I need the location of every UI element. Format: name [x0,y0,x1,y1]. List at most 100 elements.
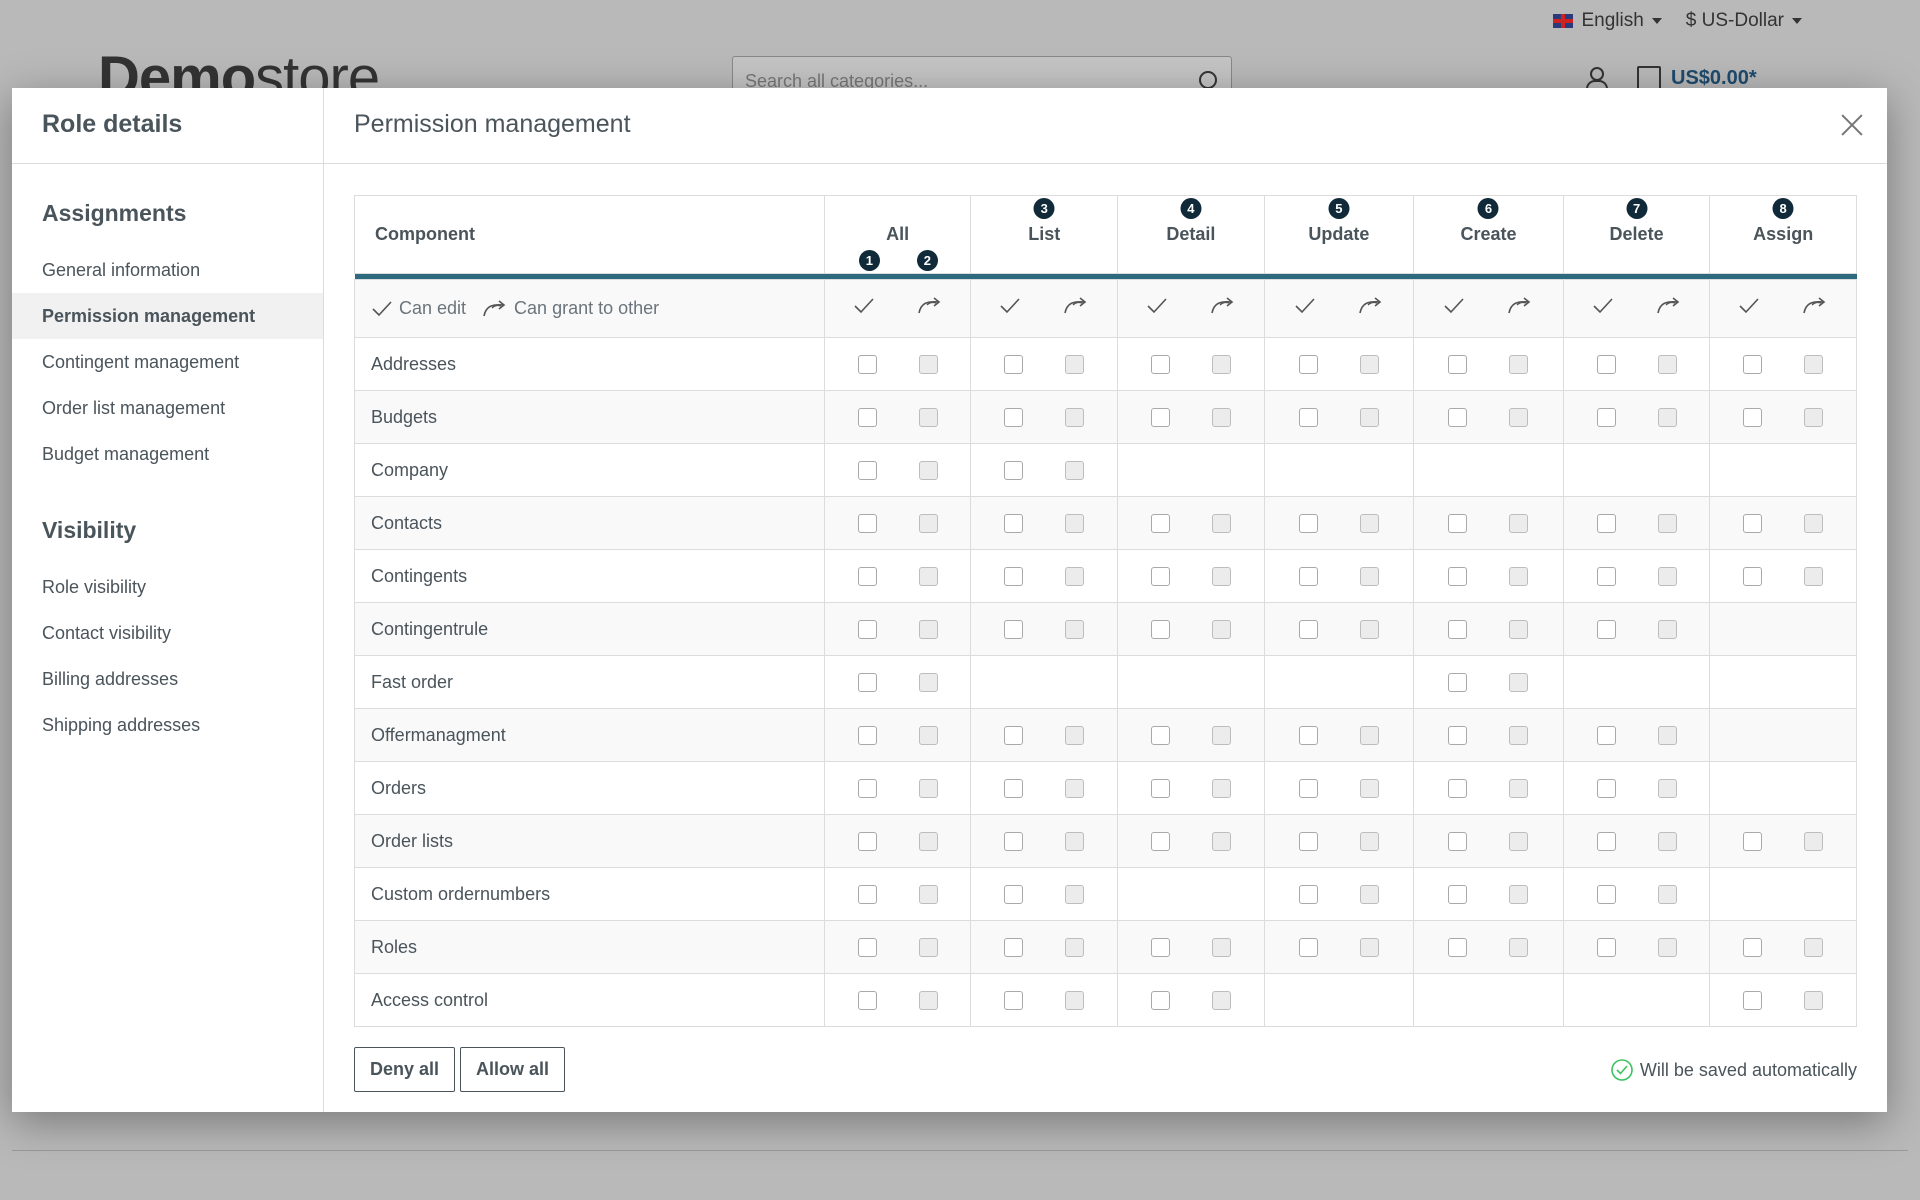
can-edit-checkbox[interactable] [857,884,877,904]
can-edit-checkbox[interactable] [1004,884,1024,904]
can-grant-checkbox[interactable] [1657,884,1677,904]
can-edit-checkbox[interactable] [1298,725,1318,745]
can-edit-checkbox[interactable] [1150,725,1170,745]
can-edit-checkbox[interactable] [1004,725,1024,745]
can-edit-checkbox[interactable] [1004,937,1024,957]
can-grant-checkbox[interactable] [1657,725,1677,745]
can-grant-checkbox[interactable] [1211,990,1231,1010]
can-grant-checkbox[interactable] [918,354,938,374]
can-edit-checkbox[interactable] [1298,884,1318,904]
sidebar-item-budget-management[interactable]: Budget management [12,431,323,477]
can-grant-checkbox[interactable] [1509,725,1529,745]
can-edit-checkbox[interactable] [1743,407,1763,427]
can-edit-checkbox[interactable] [857,725,877,745]
can-edit-checkbox[interactable] [1004,831,1024,851]
can-edit-checkbox[interactable] [1596,884,1616,904]
can-grant-checkbox[interactable] [1804,566,1824,586]
can-edit-checkbox[interactable] [1004,460,1024,480]
can-grant-checkbox[interactable] [918,407,938,427]
can-grant-checkbox[interactable] [1657,513,1677,533]
can-grant-checkbox[interactable] [1065,407,1085,427]
can-edit-checkbox[interactable] [1150,937,1170,957]
can-edit-checkbox[interactable] [1596,566,1616,586]
cart-icon[interactable] [1637,66,1661,90]
can-edit-checkbox[interactable] [1448,937,1468,957]
can-grant-checkbox[interactable] [1065,990,1085,1010]
account-icon[interactable] [1585,67,1608,90]
can-edit-checkbox[interactable] [1448,778,1468,798]
can-edit-checkbox[interactable] [1150,407,1170,427]
sidebar-item-contingent-management[interactable]: Contingent management [12,339,323,385]
can-edit-checkbox[interactable] [1004,619,1024,639]
can-edit-checkbox[interactable] [1298,513,1318,533]
can-grant-checkbox[interactable] [1804,990,1824,1010]
can-grant-checkbox[interactable] [1359,725,1379,745]
can-grant-checkbox[interactable] [918,990,938,1010]
can-edit-checkbox[interactable] [1596,619,1616,639]
can-grant-checkbox[interactable] [1359,354,1379,374]
can-grant-checkbox[interactable] [918,566,938,586]
can-grant-checkbox[interactable] [1211,725,1231,745]
sidebar-item-billing-addresses[interactable]: Billing addresses [12,656,323,702]
can-edit-checkbox[interactable] [857,672,877,692]
can-edit-checkbox[interactable] [1004,407,1024,427]
can-edit-checkbox[interactable] [1004,354,1024,374]
can-grant-checkbox[interactable] [1065,831,1085,851]
sidebar-item-contact-visibility[interactable]: Contact visibility [12,610,323,656]
search-icon[interactable] [1199,71,1217,89]
can-grant-checkbox[interactable] [1509,937,1529,957]
can-grant-checkbox[interactable] [1065,460,1085,480]
can-grant-checkbox[interactable] [1804,513,1824,533]
can-grant-checkbox[interactable] [918,778,938,798]
can-grant-checkbox[interactable] [1211,619,1231,639]
can-grant-checkbox[interactable] [918,460,938,480]
sidebar-item-permission-management[interactable]: Permission management [12,293,323,339]
can-edit-checkbox[interactable] [1743,566,1763,586]
can-grant-checkbox[interactable] [1509,354,1529,374]
can-edit-checkbox[interactable] [1448,672,1468,692]
can-edit-checkbox[interactable] [1448,407,1468,427]
can-grant-checkbox[interactable] [1211,513,1231,533]
can-grant-checkbox[interactable] [1509,778,1529,798]
can-grant-checkbox[interactable] [1211,566,1231,586]
can-edit-checkbox[interactable] [1596,407,1616,427]
can-grant-checkbox[interactable] [1509,407,1529,427]
can-edit-checkbox[interactable] [1596,513,1616,533]
can-edit-checkbox[interactable] [1743,831,1763,851]
can-grant-checkbox[interactable] [1211,354,1231,374]
can-edit-checkbox[interactable] [1298,937,1318,957]
can-edit-checkbox[interactable] [1448,619,1468,639]
can-grant-checkbox[interactable] [1065,619,1085,639]
can-grant-checkbox[interactable] [1804,407,1824,427]
can-grant-checkbox[interactable] [1804,354,1824,374]
can-grant-checkbox[interactable] [918,513,938,533]
can-edit-checkbox[interactable] [1150,619,1170,639]
currency-selector[interactable]: $ US-Dollar [1686,10,1802,32]
can-grant-checkbox[interactable] [1211,831,1231,851]
can-edit-checkbox[interactable] [1448,831,1468,851]
can-edit-checkbox[interactable] [1448,513,1468,533]
can-grant-checkbox[interactable] [1359,513,1379,533]
can-edit-checkbox[interactable] [1004,990,1024,1010]
can-grant-checkbox[interactable] [1804,937,1824,957]
can-edit-checkbox[interactable] [1004,566,1024,586]
can-edit-checkbox[interactable] [1150,990,1170,1010]
can-grant-checkbox[interactable] [918,884,938,904]
can-edit-checkbox[interactable] [1448,354,1468,374]
can-grant-checkbox[interactable] [1065,513,1085,533]
can-grant-checkbox[interactable] [1657,566,1677,586]
can-edit-checkbox[interactable] [1298,619,1318,639]
can-edit-checkbox[interactable] [1596,831,1616,851]
can-edit-checkbox[interactable] [1298,354,1318,374]
can-edit-checkbox[interactable] [1743,354,1763,374]
can-grant-checkbox[interactable] [1657,778,1677,798]
can-grant-checkbox[interactable] [1804,831,1824,851]
can-edit-checkbox[interactable] [1150,778,1170,798]
can-grant-checkbox[interactable] [1211,407,1231,427]
can-edit-checkbox[interactable] [1150,513,1170,533]
can-grant-checkbox[interactable] [1657,831,1677,851]
can-grant-checkbox[interactable] [1359,566,1379,586]
can-grant-checkbox[interactable] [1359,619,1379,639]
can-edit-checkbox[interactable] [1743,990,1763,1010]
language-selector[interactable]: English [1553,10,1662,32]
